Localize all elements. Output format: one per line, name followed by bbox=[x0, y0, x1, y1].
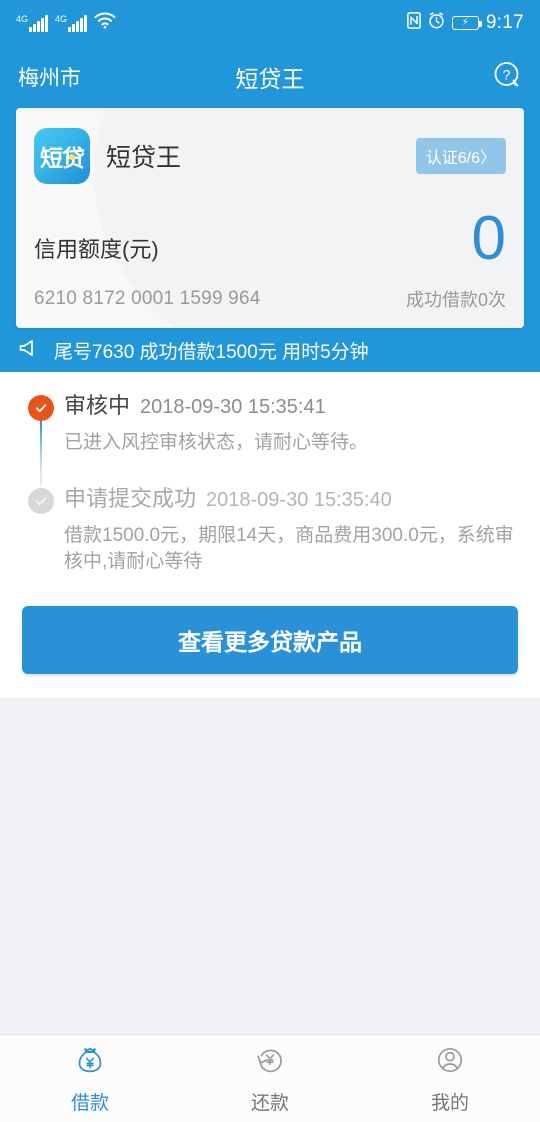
product-name: 短贷王 bbox=[106, 144, 182, 172]
notice-marquee-bar[interactable]: 尾号7630 成功借款1500元 用时5分钟 bbox=[0, 328, 540, 372]
timeline-gutter bbox=[18, 388, 64, 487]
app-logo-text: 短贷 bbox=[40, 145, 85, 171]
signal-icon-sim2: 4G bbox=[55, 13, 88, 32]
tab-profile-label: 我的 bbox=[430, 1092, 469, 1114]
credit-limit-label: 信用额度(元) bbox=[34, 237, 159, 262]
tab-borrow[interactable]: 借款 bbox=[0, 1035, 180, 1122]
money-bag-icon bbox=[73, 1043, 107, 1082]
status-bar: 4G 4G ⚡ 9:17 bbox=[0, 0, 540, 46]
credit-card-footer: 6210 8172 0001 1599 964 成功借款0次 bbox=[34, 286, 506, 312]
timeline-connector bbox=[40, 421, 42, 487]
tab-profile[interactable]: 我的 bbox=[360, 1035, 540, 1122]
credit-card-header: 短贷 短贷王 认证6/6〉 bbox=[34, 128, 506, 184]
timeline-item: 审核中 2018-09-30 15:35:41 已进入风控审核状态，请耐心等待。 bbox=[18, 388, 522, 487]
timeline-description: 借款1500.0元，期限14天，商品费用300.0元，系统审核中,请耐心等待 bbox=[64, 524, 514, 573]
svg-text:?: ? bbox=[503, 66, 511, 82]
timeline-item-body: 申请提交成功 2018-09-30 15:35:40 借款1500.0元，期限1… bbox=[64, 481, 522, 600]
timeline-item-body: 审核中 2018-09-30 15:35:41 已进入风控审核状态，请耐心等待。 bbox=[64, 388, 522, 481]
signal-icon-sim1: 4G bbox=[16, 13, 49, 32]
timeline-gutter bbox=[18, 481, 64, 600]
help-bubble-icon[interactable]: ? bbox=[492, 60, 522, 95]
credit-card-region: 短贷 短贷王 认证6/6〉 信用额度(元) 0 6210 8172 0001 1… bbox=[0, 108, 540, 328]
timeline-item-head: 审核中 2018-09-30 15:35:41 bbox=[64, 388, 522, 420]
notice-text: 尾号7630 成功借款1500元 用时5分钟 bbox=[54, 341, 369, 363]
network-type-label-1: 4G bbox=[16, 13, 29, 24]
credit-limit-row: 信用额度(元) 0 bbox=[34, 204, 506, 273]
network-type-label-2: 4G bbox=[55, 13, 68, 24]
tab-repay-label: 还款 bbox=[250, 1092, 289, 1114]
timeline-item-head: 申请提交成功 2018-09-30 15:35:40 bbox=[64, 481, 522, 513]
timeline-status-label: 申请提交成功 bbox=[64, 485, 197, 511]
page-title: 短贷王 bbox=[235, 66, 305, 92]
timeline-status-icon-done bbox=[28, 487, 54, 514]
timeline-description: 已进入风控审核状态，请耐心等待。 bbox=[64, 432, 369, 453]
person-circle-icon bbox=[433, 1043, 467, 1082]
credit-limit-amount: 0 bbox=[471, 204, 506, 273]
bottom-tab-bar: 借款 还款 我的 bbox=[0, 1034, 540, 1122]
timeline-timestamp: 2018-09-30 15:35:41 bbox=[140, 396, 326, 418]
main-content: 审核中 2018-09-30 15:35:41 已进入风控审核状态，请耐心等待。 bbox=[0, 372, 540, 698]
nfc-icon bbox=[406, 12, 421, 34]
app-logo-accent-dot bbox=[69, 154, 75, 160]
cta-container: 查看更多贷款产品 bbox=[0, 600, 540, 674]
wifi-icon bbox=[94, 12, 116, 34]
bank-card-number: 6210 8172 0001 1599 964 bbox=[34, 288, 261, 309]
application-timeline: 审核中 2018-09-30 15:35:41 已进入风控审核状态，请耐心等待。 bbox=[0, 388, 540, 600]
speaker-icon bbox=[18, 338, 40, 363]
timeline-status-label: 审核中 bbox=[64, 393, 131, 418]
status-bar-time: 9:17 bbox=[485, 12, 524, 33]
verification-badge[interactable]: 认证6/6〉 bbox=[415, 138, 506, 174]
view-more-products-button[interactable]: 查看更多贷款产品 bbox=[22, 605, 518, 674]
tab-borrow-label: 借款 bbox=[70, 1092, 109, 1114]
repay-refresh-icon bbox=[253, 1043, 287, 1082]
app-logo-icon: 短贷 bbox=[34, 128, 90, 184]
credit-card[interactable]: 短贷 短贷王 认证6/6〉 信用额度(元) 0 6210 8172 0001 1… bbox=[16, 108, 524, 328]
city-selector[interactable]: 梅州市 bbox=[18, 62, 81, 92]
timeline-item: 申请提交成功 2018-09-30 15:35:40 借款1500.0元，期限1… bbox=[18, 481, 522, 600]
loan-success-count: 成功借款0次 bbox=[405, 290, 506, 310]
status-bar-left: 4G 4G bbox=[16, 12, 116, 34]
tab-repay[interactable]: 还款 bbox=[180, 1035, 360, 1122]
battery-charging-icon: ⚡ bbox=[451, 16, 482, 30]
app-header: 梅州市 短贷王 ? bbox=[0, 46, 540, 108]
alarm-icon bbox=[428, 12, 445, 34]
status-bar-right: ⚡ 9:17 bbox=[406, 12, 524, 34]
timeline-timestamp: 2018-09-30 15:35:40 bbox=[206, 488, 392, 511]
phone-screen: 4G 4G ⚡ 9:17 梅州市 短贷王 ? 短贷 短贷王 认证6/6〉 信用额… bbox=[0, 0, 540, 1122]
timeline-status-icon-active bbox=[28, 395, 54, 421]
